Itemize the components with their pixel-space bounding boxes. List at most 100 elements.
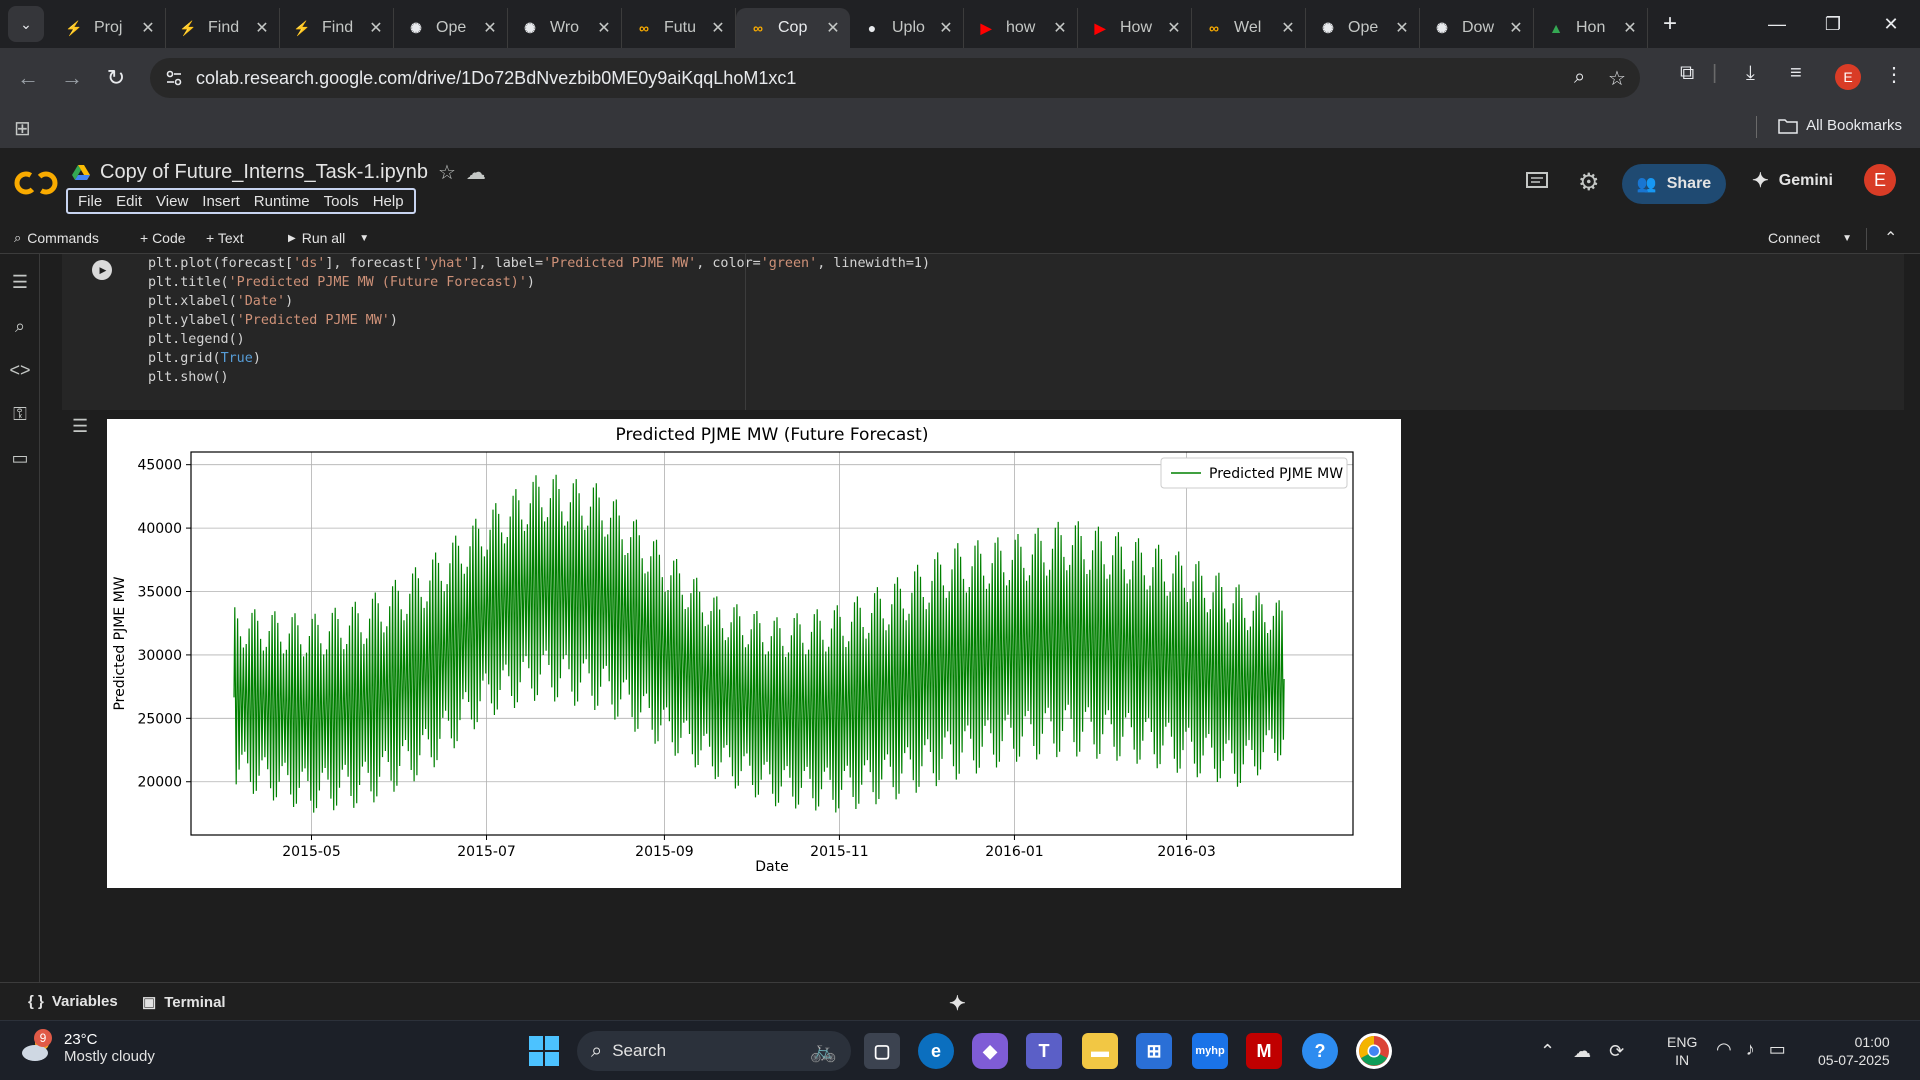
code-cell[interactable]: ▶ plt.plot(forecast['ds'], forecast['yha…: [62, 254, 1904, 410]
close-tab-icon[interactable]: ✕: [1163, 18, 1185, 38]
bookmark-star-icon[interactable]: ☆: [1608, 66, 1626, 91]
close-tab-icon[interactable]: ✕: [1505, 18, 1527, 38]
download-icon[interactable]: ⤓: [1746, 62, 1755, 85]
browser-tab[interactable]: ▶ How ✕: [1078, 8, 1192, 48]
browser-tab[interactable]: ▲ Hon ✕: [1534, 8, 1648, 48]
close-tab-icon[interactable]: ✕: [137, 18, 159, 38]
zoom-icon[interactable]: ⌕: [1574, 66, 1585, 89]
gemini-button[interactable]: ✦ Gemini: [1752, 168, 1833, 193]
close-tab-icon[interactable]: ✕: [1049, 18, 1071, 38]
close-tab-icon[interactable]: ✕: [707, 18, 729, 38]
add-text-button[interactable]: + Text: [206, 230, 244, 246]
close-tab-icon[interactable]: ✕: [479, 18, 501, 38]
sync-icon[interactable]: ⟳: [1609, 1041, 1624, 1062]
site-settings-icon[interactable]: [164, 68, 184, 88]
run-cell-button[interactable]: ▶: [92, 260, 112, 280]
close-tab-icon[interactable]: ✕: [365, 18, 387, 38]
browser-tab[interactable]: ✺ Wro ✕: [508, 8, 622, 48]
windows-start-icon[interactable]: [528, 1035, 560, 1067]
colab-logo[interactable]: [14, 168, 58, 198]
quick-settings[interactable]: ◠ ♪ ▭: [1716, 1039, 1786, 1060]
back-arrow-icon[interactable]: ←: [12, 62, 44, 94]
chevron-up-icon[interactable]: ⌃: [1540, 1041, 1555, 1062]
clock[interactable]: 01:00 05-07-2025: [1818, 1033, 1890, 1069]
minimize-button[interactable]: —: [1750, 0, 1804, 48]
drive-icon[interactable]: [72, 164, 90, 181]
table-of-contents-icon[interactable]: ☰: [8, 270, 32, 294]
menu-item-tools[interactable]: Tools: [318, 193, 365, 210]
apps-grid-icon[interactable]: ⊞: [14, 116, 31, 141]
onedrive-icon[interactable]: ☁: [1573, 1041, 1591, 1062]
commands-button[interactable]: ⌕ Commands: [14, 230, 99, 246]
code-editor[interactable]: plt.plot(forecast['ds'], forecast['yhat'…: [148, 254, 930, 387]
secrets-key-icon[interactable]: ⚿: [8, 402, 32, 426]
myhp-icon[interactable]: myhp: [1192, 1033, 1228, 1069]
close-tab-icon[interactable]: ✕: [251, 18, 273, 38]
chevron-down-icon[interactable]: ▼: [1842, 233, 1852, 244]
browser-tab[interactable]: ✺ Ope ✕: [394, 8, 508, 48]
files-folder-icon[interactable]: ▭: [8, 446, 32, 470]
close-tab-icon[interactable]: ✕: [822, 18, 844, 38]
menu-item-help[interactable]: Help: [367, 193, 410, 210]
run-all-button[interactable]: ▶ Run all ▼: [288, 230, 369, 246]
menu-item-insert[interactable]: Insert: [196, 193, 246, 210]
address-bar[interactable]: colab.research.google.com/drive/1Do72BdN…: [150, 58, 1640, 98]
file-explorer-icon[interactable]: ▬: [1082, 1033, 1118, 1069]
notebook-title[interactable]: Copy of Future_Interns_Task-1.ipynb: [100, 161, 428, 184]
menu-item-view[interactable]: View: [150, 193, 194, 210]
browser-tab[interactable]: ⚡ Proj ✕: [52, 8, 166, 48]
star-icon[interactable]: ☆: [438, 160, 456, 185]
share-button[interactable]: 👥 Share: [1622, 164, 1726, 204]
close-tab-icon[interactable]: ✕: [1391, 18, 1413, 38]
browser-tab[interactable]: ▶ how ✕: [964, 8, 1078, 48]
browser-tab[interactable]: ✺ Ope ✕: [1306, 8, 1420, 48]
all-bookmarks-button[interactable]: All Bookmarks: [1778, 117, 1902, 134]
help-icon[interactable]: ?: [1302, 1033, 1338, 1069]
maximize-button[interactable]: ❐: [1806, 0, 1860, 48]
close-window-button[interactable]: ✕: [1864, 0, 1918, 48]
close-tab-icon[interactable]: ✕: [593, 18, 615, 38]
media-control-icon[interactable]: ≡: [1790, 62, 1802, 85]
reload-icon[interactable]: ↻: [100, 62, 132, 94]
copilot-icon[interactable]: ◆: [972, 1033, 1008, 1069]
edge-browser-icon[interactable]: e: [918, 1033, 954, 1069]
close-tab-icon[interactable]: ✕: [935, 18, 957, 38]
browser-tab[interactable]: ✺ Dow ✕: [1420, 8, 1534, 48]
close-tab-icon[interactable]: ✕: [1619, 18, 1641, 38]
browser-tab[interactable]: ∞ Futu ✕: [622, 8, 736, 48]
chevron-up-icon[interactable]: ⌃: [1884, 228, 1897, 248]
chevron-down-icon[interactable]: ▼: [359, 233, 369, 244]
output-toggle-icon[interactable]: ☰: [72, 416, 88, 437]
browser-tab[interactable]: ⚡ Find ✕: [280, 8, 394, 48]
profile-avatar[interactable]: E: [1835, 64, 1861, 90]
add-code-button[interactable]: + Code: [140, 230, 186, 246]
more-menu-icon[interactable]: ⋮: [1884, 62, 1904, 87]
connect-button[interactable]: Connect ▼: [1768, 230, 1852, 246]
close-tab-icon[interactable]: ✕: [1277, 18, 1299, 38]
extensions-icon[interactable]: ⧉: [1680, 62, 1694, 85]
find-replace-icon[interactable]: ⌕: [8, 314, 32, 338]
taskbar-search[interactable]: ⌕ Search 🚲: [577, 1031, 851, 1071]
settings-gear-icon[interactable]: ⚙: [1578, 168, 1600, 197]
task-view-icon[interactable]: ▢: [864, 1033, 900, 1069]
microsoft-store-icon[interactable]: ⊞: [1136, 1033, 1172, 1069]
weather-widget[interactable]: 9 23°C Mostly cloudy: [20, 1029, 155, 1065]
browser-tab[interactable]: ● Uplo ✕: [850, 8, 964, 48]
code-snippets-icon[interactable]: <>: [8, 358, 32, 382]
variables-button[interactable]: { } Variables: [28, 993, 118, 1010]
tab-search-button[interactable]: ⌄: [8, 6, 44, 42]
chrome-icon[interactable]: [1356, 1033, 1392, 1069]
forward-arrow-icon[interactable]: →: [56, 62, 88, 94]
new-tab-button[interactable]: +: [1652, 10, 1688, 38]
menu-item-edit[interactable]: Edit: [110, 193, 148, 210]
cloud-icon[interactable]: ☁: [466, 160, 486, 185]
comments-icon[interactable]: [1526, 172, 1548, 192]
terminal-button[interactable]: ▣ Terminal: [142, 993, 226, 1012]
menu-item-runtime[interactable]: Runtime: [248, 193, 316, 210]
gemini-sparkle-icon[interactable]: ✦: [949, 991, 966, 1016]
menu-item-file[interactable]: File: [72, 193, 108, 210]
browser-tab[interactable]: ∞ Wel ✕: [1192, 8, 1306, 48]
browser-tab[interactable]: ∞ Cop ✕: [736, 8, 850, 48]
mcafee-icon[interactable]: M: [1246, 1033, 1282, 1069]
browser-tab[interactable]: ⚡ Find ✕: [166, 8, 280, 48]
